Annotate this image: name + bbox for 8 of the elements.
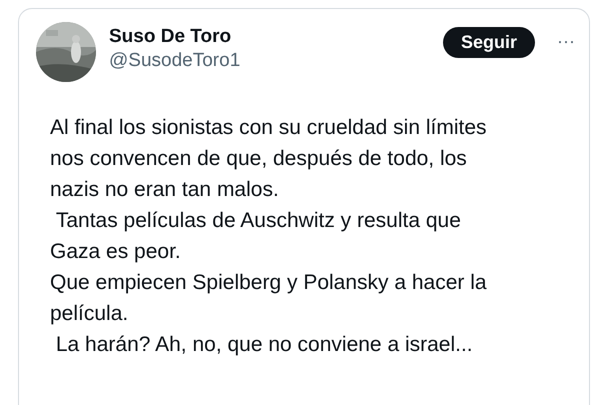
tweet-paragraph: Tantas películas de Auschwitz y resulta que Gaza es peor. xyxy=(50,208,462,265)
author-name[interactable]: Suso De Toro xyxy=(109,25,240,49)
author-handle[interactable]: @SusodeToro1 xyxy=(109,49,240,73)
more-button[interactable]: ··· xyxy=(557,31,575,51)
tweet-paragraph: Que empiecen Spielberg y Polansky a hacer la película. xyxy=(50,270,488,327)
tweet-paragraph: La harán? Ah, no, que no conviene a israel... xyxy=(54,332,474,358)
follow-button[interactable]: Seguir xyxy=(443,27,536,58)
tweet-paragraph: Al final los sionistas con su crueldad sin límites nos convencen de que, después de todo, los nazis no eran tan malos. xyxy=(50,115,488,203)
